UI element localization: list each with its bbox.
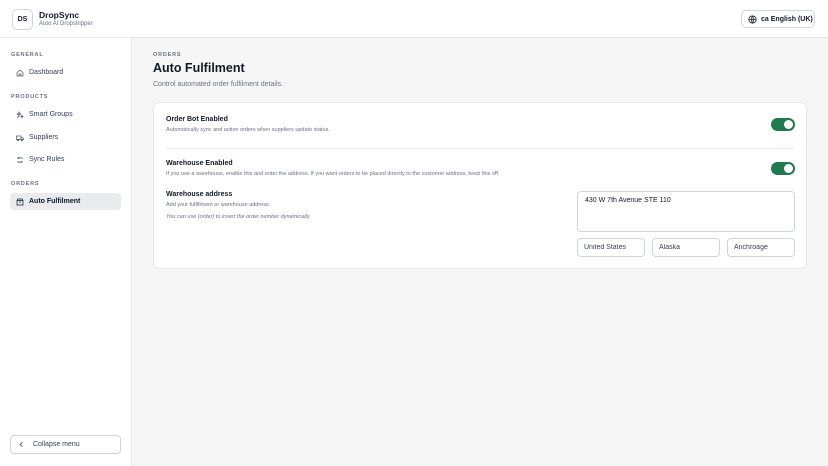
sidebar-item-label: Smart Groups bbox=[29, 111, 73, 118]
sidebar-section-orders: ORDERS bbox=[11, 181, 40, 187]
collapse-menu-label: Collapse menu bbox=[33, 441, 80, 448]
toggle-knob bbox=[784, 120, 793, 129]
box-icon bbox=[16, 198, 24, 205]
fulfilment-settings-card: Order Bot Enabled Automatically sync and… bbox=[153, 102, 807, 269]
warehouse-address-help: Add your fulfillment or warehouse addres… bbox=[166, 202, 271, 208]
warehouse-address-title: Warehouse address bbox=[166, 191, 233, 198]
order-bot-help: Automatically sync and action orders whe… bbox=[166, 127, 330, 133]
sparkles-icon bbox=[16, 110, 24, 119]
state-input[interactable] bbox=[652, 238, 720, 257]
warehouse-address-note: You can use {order} to insert the order … bbox=[166, 214, 311, 220]
page-eyebrow: ORDERS bbox=[153, 52, 182, 58]
refresh-icon bbox=[17, 156, 23, 163]
divider bbox=[166, 148, 794, 149]
sidebar-section-products: PRODUCTS bbox=[11, 94, 49, 100]
sidebar-item-auto-fulfilment[interactable]: Auto Fulfilment bbox=[10, 193, 121, 210]
collapse-menu-button[interactable]: Collapse menu bbox=[10, 435, 121, 454]
order-bot-title: Order Bot Enabled bbox=[166, 116, 228, 123]
brand-name: DropSync bbox=[39, 10, 80, 20]
sidebar-item-label: Suppliers bbox=[29, 134, 59, 141]
language-selector[interactable]: ca English (UK) bbox=[741, 10, 815, 28]
warehouse-toggle[interactable] bbox=[771, 162, 795, 175]
page-description: Control automated order fulfilment detai… bbox=[153, 81, 283, 88]
logo-text: DS bbox=[17, 16, 28, 23]
language-label: English (UK) bbox=[770, 15, 813, 23]
toggle-knob bbox=[784, 164, 793, 173]
warehouse-enabled-help: If you use a warehouse, enable this and … bbox=[166, 171, 500, 177]
sidebar-item-smart-groups[interactable]: Smart Groups bbox=[10, 106, 121, 123]
country-input[interactable] bbox=[577, 238, 645, 257]
top-header: DS DropSync Auto AI Dropshipper ca Engli… bbox=[0, 0, 828, 38]
home-icon bbox=[16, 69, 24, 76]
truck-icon bbox=[16, 135, 24, 141]
warehouse-enabled-title: Warehouse Enabled bbox=[166, 160, 233, 167]
sidebar-item-label: Auto Fulfilment bbox=[29, 198, 81, 205]
sidebar-item-suppliers[interactable]: Suppliers bbox=[10, 129, 121, 146]
sidebar-section-general: GENERAL bbox=[11, 52, 44, 58]
order-bot-toggle[interactable] bbox=[771, 118, 795, 131]
sidebar-item-dashboard[interactable]: Dashboard bbox=[10, 64, 121, 81]
brand-logo[interactable]: DS bbox=[12, 9, 33, 30]
brand-subtitle: Auto AI Dropshipper bbox=[39, 21, 93, 27]
page-title: Auto Fulfilment bbox=[153, 61, 245, 75]
city-input[interactable] bbox=[727, 238, 795, 257]
globe-icon bbox=[748, 14, 757, 24]
address-line-input[interactable]: 430 W 7th Avenue STE 110 bbox=[577, 191, 795, 232]
chevron-left-icon bbox=[19, 442, 23, 447]
sidebar-item-sync-rules[interactable]: Sync Rules bbox=[10, 151, 121, 168]
sidebar-item-label: Dashboard bbox=[29, 69, 64, 76]
sidebar-item-label: Sync Rules bbox=[29, 156, 65, 163]
sidebar: GENERAL Dashboard PRODUCTS Smart Groups … bbox=[0, 38, 132, 466]
language-code: ca bbox=[761, 15, 769, 23]
